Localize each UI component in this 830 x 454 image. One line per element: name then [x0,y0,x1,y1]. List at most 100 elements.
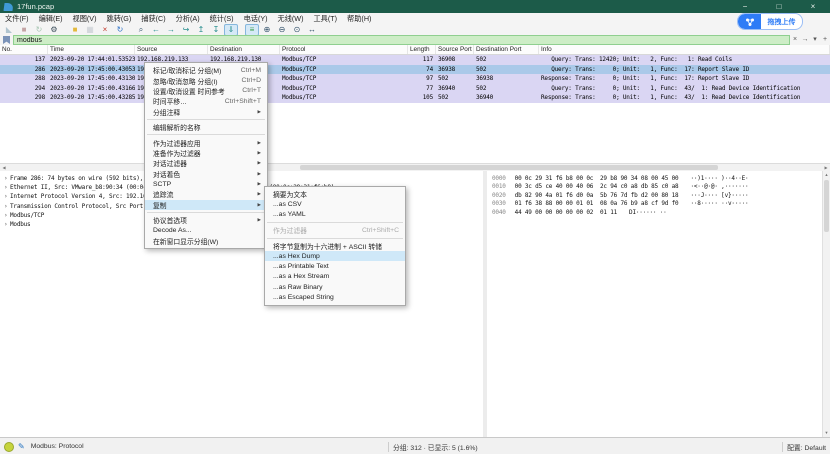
hex-row[interactable]: 0020db 82 90 4a 01 f6 d0 0a 5b 76 7d fb … [487,192,830,200]
find-packet-icon[interactable]: ⌕ [134,24,148,36]
submenu-item-bytes-hex-ascii-dump[interactable]: 将字节复制为十六进制 + ASCII 转储 [265,241,405,251]
add-filter-button[interactable]: + [820,35,830,45]
restart-capture-icon[interactable]: ↻ [32,24,46,36]
column-header-length[interactable]: Length [408,45,436,54]
apply-filter-icon[interactable]: → [800,35,810,45]
auto-scroll-icon[interactable]: ⇓ [224,24,238,36]
packet-row-137[interactable]: 137 2023-09-20 17:44:01.535231 192.168.2… [0,55,830,65]
go-last-packet-icon[interactable]: ↧ [209,24,223,36]
wireshark-icon [3,3,13,11]
menubar-item-wireless[interactable]: 无线(W) [273,13,309,24]
menubar-item-edit[interactable]: 编辑(E) [34,13,68,24]
menubar-item-telephony[interactable]: 电话(Y) [239,13,273,24]
maximize-button[interactable]: □ [762,0,796,13]
hex-dump-pane: 000000 0c 29 31 f6 b8 00 0c 29 b8 90 34 … [487,171,830,441]
packet-row-288[interactable]: 288 2023-09-20 17:45:00.431304 192.168.2… [0,74,830,84]
go-forward-icon[interactable]: → [164,24,178,36]
packet-row-294[interactable]: 294 2023-09-20 17:45:00.431666 192.168.2… [0,84,830,94]
menu-item-conversation-filter[interactable]: 对话过滤器▶ [145,158,267,168]
menu-item-show-in-new-window[interactable]: 在新窗口显示分组(W) [145,236,267,246]
column-header-info[interactable]: Info [539,45,830,54]
submenu-item-as-escaped-string[interactable]: ...as Escaped String [265,293,405,303]
menubar-item-analyze[interactable]: 分析(A) [171,13,205,24]
zoom-out-icon[interactable]: ⊖ [275,24,289,36]
go-back-icon[interactable]: ← [149,24,163,36]
resize-columns-icon[interactable]: ↔ [305,24,319,36]
capture-options-icon[interactable]: ⚙ [47,24,61,36]
submenu-item-as-hex-dump[interactable]: ...as Hex Dump [265,251,405,261]
menu-item-sctp[interactable]: SCTP▶ [145,179,267,189]
hex-row[interactable]: 001000 3c d5 ce 40 00 40 06 2c 94 c0 a8 … [487,183,830,191]
submenu-item-as-csv[interactable]: ...as CSV [265,199,405,209]
stop-capture-icon[interactable]: ■ [17,24,31,36]
status-field-info: Modbus: Protocol [31,443,84,450]
start-capture-icon[interactable]: ◣ [2,24,16,36]
menu-item-prepare-as-filter[interactable]: 准备作为过滤器▶ [145,148,267,158]
close-button[interactable]: × [796,0,830,13]
menu-item-edit-resolved-name[interactable]: 编辑解析的名称 [145,122,267,132]
column-header-no[interactable]: No. [0,45,48,54]
menubar-item-help[interactable]: 帮助(H) [342,13,376,24]
menu-item-mark-unmark[interactable]: 标记/取消标记 分组(M)Ctrl+M [145,65,267,75]
go-to-packet-icon[interactable]: ↪ [179,24,193,36]
menu-item-time-shift[interactable]: 时间平移…Ctrl+Shift+T [145,96,267,106]
status-profile[interactable]: 配置: Default [787,442,826,452]
submenu-item-as-printable-text[interactable]: ...as Printable Text [265,261,405,271]
menu-item-ignore-unignore[interactable]: 忽略/取消忽略 分组(I)Ctrl+D [145,75,267,85]
submenu-item-as-raw-binary[interactable]: ...as Raw Binary [265,282,405,292]
menu-item-time-reference[interactable]: 设置/取消设置 时间参考Ctrl+T [145,86,267,96]
packet-row-298[interactable]: 298 2023-09-20 17:45:00.432856 192.168.2… [0,93,830,103]
menu-item-follow[interactable]: 追踪流▶ [145,189,267,199]
scroll-down-arrow[interactable]: ▼ [823,429,830,437]
column-header-source-port[interactable]: Source Port [436,45,474,54]
menubar-item-tools[interactable]: 工具(T) [308,13,342,24]
menubar-item-statistics[interactable]: 统计(S) [205,13,239,24]
minimize-button[interactable]: − [728,0,762,13]
clear-filter-icon[interactable]: × [790,35,800,45]
column-header-source[interactable]: Source [135,45,208,54]
hex-row[interactable]: 003001 f6 38 88 00 00 01 01 08 0a 76 b9 … [487,200,830,208]
menubar-item-capture[interactable]: 捕获(C) [136,13,170,24]
hex-row[interactable]: 000000 0c 29 31 f6 b8 00 0c 29 b8 90 34 … [487,175,830,183]
submenu-item-as-filter[interactable]: 作为过滤器Ctrl+Shift+C [265,225,405,235]
submenu-item-as-hex-stream[interactable]: ...as a Hex Stream [265,272,405,282]
open-file-icon[interactable]: ■ [68,24,82,36]
submenu-arrow-icon: ▶ [258,202,261,208]
column-header-destination-port[interactable]: Destination Port [474,45,539,54]
menu-item-decode-as[interactable]: Decode As... [145,225,267,235]
packet-row-286-selected[interactable]: 286 2023-09-20 17:45:00.430539 192.168.2… [0,65,830,75]
vertical-scrollbar-thumb[interactable] [824,180,829,232]
menu-item-copy[interactable]: 复制▶ [145,200,267,210]
submenu-item-as-yaml[interactable]: ...as YAML [265,210,405,220]
menubar-item-go[interactable]: 跳转(G) [102,13,137,24]
scroll-up-arrow[interactable]: ▲ [823,171,830,179]
go-first-packet-icon[interactable]: ↥ [194,24,208,36]
drag-upload-button[interactable]: 拖拽上传 [737,13,803,30]
submenu-item-summary-as-text[interactable]: 摘要为文本 [265,189,405,199]
edit-comment-icon[interactable]: ✎ [18,442,25,451]
zoom-100-icon[interactable]: ⊙ [290,24,304,36]
save-file-icon[interactable]: ▦ [83,24,97,36]
scroll-left-arrow[interactable]: ◀ [0,164,8,171]
horizontal-scrollbar-thumb[interactable] [300,165,718,170]
colorize-icon[interactable]: ≡ [245,24,259,36]
close-file-icon[interactable]: × [98,24,112,36]
expert-info-icon[interactable] [4,442,14,452]
hex-row[interactable]: 004044 49 00 00 00 00 00 02 01 11DI·····… [487,209,830,217]
column-header-protocol[interactable]: Protocol [280,45,408,54]
menu-item-packet-comments[interactable]: 分组注释▶ [145,107,267,117]
menubar-item-file[interactable]: 文件(F) [0,13,34,24]
column-header-time[interactable]: Time [48,45,135,54]
menu-item-protocol-preferences[interactable]: 协议首选项▶ [145,215,267,225]
menu-item-colorize-conversation[interactable]: 对话着色▶ [145,169,267,179]
upload-button-label: 拖拽上传 [761,14,802,29]
column-header-destination[interactable]: Destination [208,45,280,54]
menubar-item-view[interactable]: 视图(V) [68,13,102,24]
menu-item-apply-as-filter[interactable]: 作为过滤器应用▶ [145,137,267,147]
filter-input[interactable] [13,35,790,45]
bookmark-icon[interactable] [3,36,10,44]
scroll-right-arrow[interactable]: ▶ [822,164,830,171]
reload-file-icon[interactable]: ↻ [113,24,127,36]
zoom-in-icon[interactable]: ⊕ [260,24,274,36]
filter-dropdown-icon[interactable]: ▾ [810,35,820,45]
